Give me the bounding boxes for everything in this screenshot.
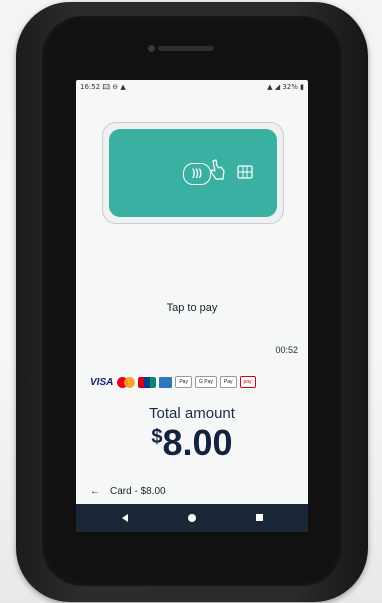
payment-summary: Card - $8.00 [110,485,166,497]
tap-hand-icon [210,159,225,180]
payment-card-illustration: ))) [109,129,277,217]
card-reader-area: ))) [102,122,284,224]
total-amount-value: $8.00 [76,422,308,464]
nav-recent-apps-icon[interactable] [256,514,263,521]
mastercard-logo [117,376,136,388]
apple-pay-logo: Pay [175,376,192,388]
back-arrow-icon[interactable]: ← [90,486,100,497]
nav-back-icon[interactable] [122,514,128,522]
signal-icon: ▲ ◢ [267,83,283,91]
status-right: ▲ ◢ 32% ▮ [267,83,304,91]
status-time: 16:52 [80,83,101,91]
samsung-pay-logo: Pay [219,376,237,388]
tap-to-pay-prompt: Tap to pay [166,302,218,314]
phone-screen: 16:52 🖾 ⊖ ▲ ▲ ◢ 32% ▮ ))) Tap to pay 00:… [76,80,308,532]
android-nav-bar [76,504,308,532]
contactless-icon: ))) [183,163,211,185]
status-bar: 16:52 🖾 ⊖ ▲ ▲ ◢ 32% ▮ [76,80,308,94]
status-icons: 🖾 ⊖ ▲ [102,83,126,91]
currency-symbol: $ [151,426,163,448]
battery-percent: 32% [282,83,298,91]
google-pay-logo: G Pay [194,376,217,388]
status-left: 16:52 🖾 ⊖ ▲ [80,83,126,94]
amount-value: 8.00 [162,422,233,463]
apple-pay-label: Pay [179,379,188,385]
amex-logo [159,376,173,388]
back-row[interactable]: ← Card - $8.00 [90,484,166,498]
total-amount-label: Total amount [149,405,235,422]
accepted-payment-logos: VISA Pay G Pay Pay pay [90,375,294,389]
chip-icon [237,165,253,179]
unionpay-logo [138,376,157,388]
earpiece-speaker [158,46,214,51]
countdown-timer: 00:52 [275,345,298,355]
nav-home-icon[interactable] [188,514,196,522]
huawei-pay-logo: pay [239,376,256,388]
front-camera [148,45,155,52]
visa-logo: VISA [90,376,114,388]
battery-icon: ▮ [300,83,304,91]
